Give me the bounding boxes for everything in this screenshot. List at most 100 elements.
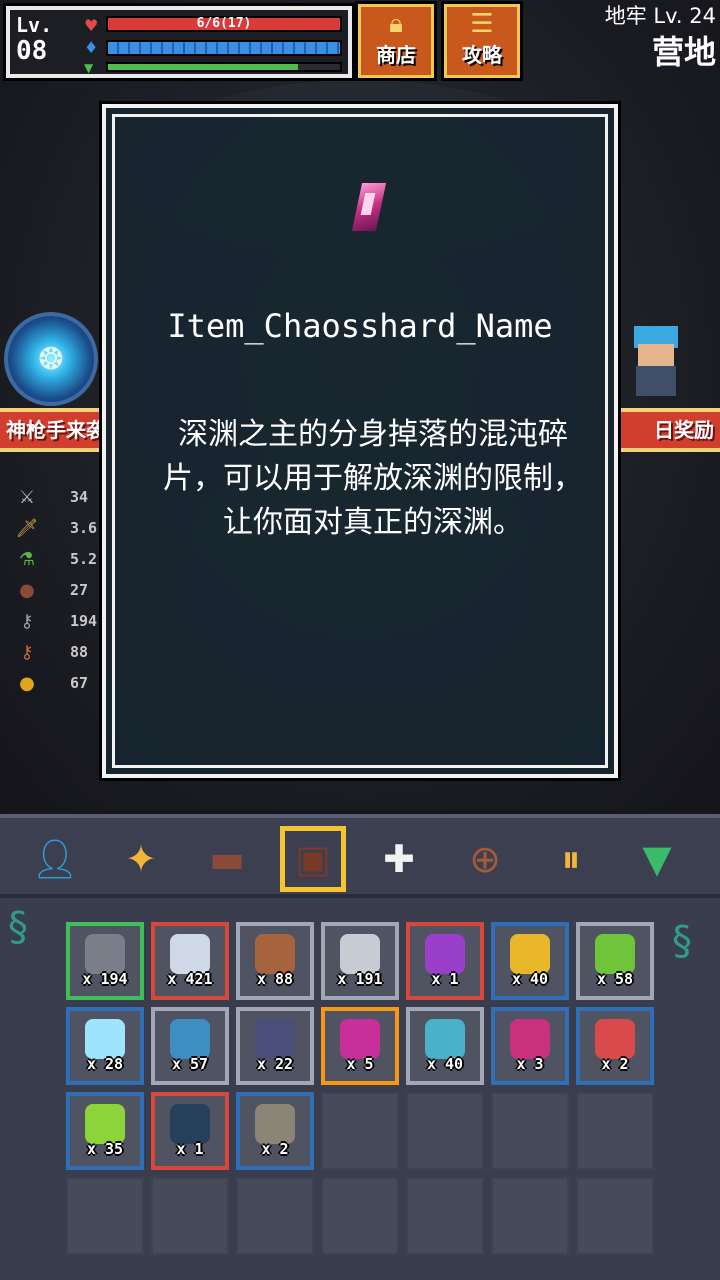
ice-crystal-icon bbox=[85, 1019, 125, 1059]
inventory-slot[interactable]: x 57 bbox=[151, 1007, 229, 1085]
inventory-slot[interactable]: x 3 bbox=[491, 1007, 569, 1085]
inventory-slot[interactable]: x 194 bbox=[66, 922, 144, 1000]
empty-inventory-slot[interactable] bbox=[491, 1092, 569, 1170]
daily-reward-banner[interactable]: 日奖励 bbox=[618, 408, 720, 452]
mana-bar-fill bbox=[108, 42, 340, 54]
inventory-slot[interactable]: x 1 bbox=[406, 922, 484, 1000]
guide-button[interactable]: ☰ 攻略 bbox=[444, 4, 520, 78]
inventory-slot[interactable]: x 5 bbox=[321, 1007, 399, 1085]
inventory-slot[interactable]: x 28 bbox=[66, 1007, 144, 1085]
white-cross-icon: ✚ bbox=[383, 837, 415, 881]
stat-value: 34 bbox=[70, 488, 89, 506]
npc-body bbox=[636, 366, 676, 396]
category-toolbar: 👤︎ ✦ ▬ ▣ ✚ ⊕ ⏸︎ ▼ bbox=[0, 814, 720, 898]
shop-button-label: 商店 bbox=[376, 43, 416, 67]
tab-character-silhouette[interactable]: 👤︎ bbox=[22, 826, 88, 892]
item-quantity: x 1 bbox=[176, 1140, 204, 1158]
shop-button[interactable]: 🔒︎ 商店 bbox=[358, 4, 434, 78]
empty-inventory-slot[interactable] bbox=[321, 1092, 399, 1170]
item-quantity: x 421 bbox=[167, 970, 213, 988]
stat-row: ⚷ 88 bbox=[14, 639, 110, 670]
location-display: 地牢 Lv. 24 营地 bbox=[605, 2, 716, 74]
tab-backpack[interactable]: ▣ bbox=[280, 826, 346, 892]
empty-inventory-slot[interactable] bbox=[151, 1177, 229, 1255]
tab-sparkle-star[interactable]: ✦ bbox=[108, 826, 174, 892]
item-tooltip-dialog[interactable]: Item_Chaosshard_Name 深渊之主的分身掉落的混沌碎片，可以用于… bbox=[102, 104, 618, 778]
empty-inventory-slot[interactable] bbox=[321, 1177, 399, 1255]
area-name: 营地 bbox=[651, 33, 716, 71]
collapse-arrow-icon: ▼ bbox=[642, 837, 672, 881]
empty-inventory-slot[interactable] bbox=[406, 1177, 484, 1255]
vine-decoration: § bbox=[672, 918, 692, 964]
item-quantity: x 1 bbox=[431, 970, 459, 988]
tab-collapse-arrow[interactable]: ▼ bbox=[624, 826, 690, 892]
tab-pause[interactable]: ⏸︎ bbox=[538, 826, 604, 892]
dark-crystal-icon bbox=[170, 1104, 210, 1144]
inventory-slot[interactable]: x 421 bbox=[151, 922, 229, 1000]
empty-inventory-slot[interactable] bbox=[406, 1092, 484, 1170]
item-quantity: x 5 bbox=[346, 1055, 374, 1073]
inventory-slot[interactable]: x 2 bbox=[576, 1007, 654, 1085]
item-quantity: x 57 bbox=[171, 1055, 209, 1073]
torn-scroll-icon bbox=[170, 934, 210, 974]
shield-icon: ● bbox=[19, 580, 35, 601]
portal-icon[interactable]: ❂ bbox=[4, 312, 98, 406]
stat-value: 5.2 bbox=[70, 550, 98, 568]
gray-key-icon bbox=[85, 934, 125, 974]
empty-inventory-slot[interactable] bbox=[66, 1177, 144, 1255]
level-label: Lv. bbox=[16, 13, 53, 37]
empty-inventory-slot[interactable] bbox=[576, 1092, 654, 1170]
inventory-slot[interactable]: x 22 bbox=[236, 1007, 314, 1085]
bronze-key-icon bbox=[255, 934, 295, 974]
red-mushroom-icon bbox=[595, 1019, 635, 1059]
inventory-slot[interactable]: x 35 bbox=[66, 1092, 144, 1170]
inventory-slot[interactable]: x 88 bbox=[236, 922, 314, 1000]
empty-inventory-slot[interactable] bbox=[236, 1177, 314, 1255]
inventory-slot[interactable]: x 191 bbox=[321, 922, 399, 1000]
item-quantity: x 3 bbox=[516, 1055, 544, 1073]
inventory-slot[interactable]: x 40 bbox=[491, 922, 569, 1000]
heart-icon: ♥ bbox=[84, 16, 99, 35]
gold-key-icon bbox=[510, 934, 550, 974]
stat-value: 67 bbox=[70, 674, 89, 692]
diamond-gem-icon bbox=[340, 1019, 380, 1059]
stat-value: 3.6 bbox=[70, 519, 98, 537]
gray-key-icon: ⚷ bbox=[20, 611, 34, 632]
stat-value: 27 bbox=[70, 581, 89, 599]
item-quantity: x 35 bbox=[86, 1140, 124, 1158]
item-quantity: x 191 bbox=[337, 970, 383, 988]
tab-book[interactable]: ▬ bbox=[194, 826, 260, 892]
experience-bar bbox=[106, 62, 342, 72]
item-quantity: x 2 bbox=[601, 1055, 629, 1073]
dark-ore-icon bbox=[255, 1019, 295, 1059]
empty-inventory-slot[interactable] bbox=[491, 1177, 569, 1255]
inventory-slot[interactable]: x 40 bbox=[406, 1007, 484, 1085]
green-gem-icon bbox=[85, 1104, 125, 1144]
tab-magnifier[interactable]: ⊕ bbox=[452, 826, 518, 892]
health-text: 6/6(17) bbox=[196, 16, 252, 31]
item-tooltip-frame: Item_Chaosshard_Name 深渊之主的分身掉落的混沌碎片，可以用于… bbox=[112, 114, 608, 768]
level-value: 08 bbox=[16, 36, 48, 66]
portal-glyph-icon: ❂ bbox=[38, 342, 64, 377]
aqua-ore-icon bbox=[425, 1019, 465, 1059]
item-quantity: x 40 bbox=[426, 1055, 464, 1073]
gold-coin-icon: ● bbox=[19, 673, 35, 694]
item-name: Item_Chaosshard_Name bbox=[167, 307, 553, 345]
stat-row: ⚗ 5.2 bbox=[14, 546, 110, 577]
silver-ore-icon bbox=[340, 934, 380, 974]
gunner-event-label: 神枪手来袭 bbox=[6, 418, 104, 442]
inventory-slot[interactable]: x 58 bbox=[576, 922, 654, 1000]
inventory-slot[interactable]: x 2 bbox=[236, 1092, 314, 1170]
stat-row: ⚷ 194 bbox=[14, 608, 110, 639]
inventory-slot[interactable]: x 1 bbox=[151, 1092, 229, 1170]
npc-character[interactable] bbox=[628, 326, 684, 396]
stat-row: ● 27 bbox=[14, 577, 110, 608]
inventory-grid: § § x 194 x 421 x 88 x 191 x 1 x 40 x 58 x 28 x … bbox=[0, 898, 720, 1280]
empty-inventory-slot[interactable] bbox=[576, 1177, 654, 1255]
stat-value: 88 bbox=[70, 643, 89, 661]
gunner-event-banner[interactable]: 神枪手来袭 bbox=[0, 408, 104, 452]
level-display: Lv. 08 bbox=[16, 14, 78, 72]
item-quantity: x 40 bbox=[511, 970, 549, 988]
dungeon-level: 地牢 Lv. 24 bbox=[604, 4, 716, 28]
tab-white-cross[interactable]: ✚ bbox=[366, 826, 432, 892]
